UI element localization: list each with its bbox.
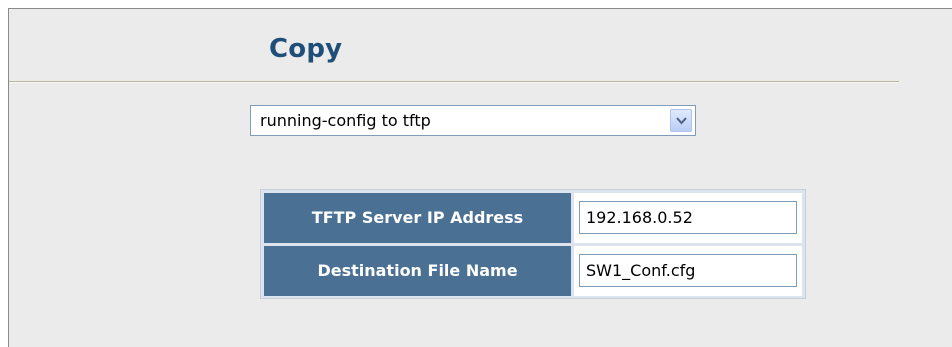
destination-file-name-label: Destination File Name (264, 246, 571, 296)
table-row: TFTP Server IP Address (264, 193, 802, 243)
title-divider (9, 81, 899, 83)
dropdown-button[interactable] (670, 109, 692, 132)
tftp-server-ip-label: TFTP Server IP Address (264, 193, 571, 243)
table-row: Destination File Name (264, 246, 802, 296)
tftp-settings-table: TFTP Server IP Address Destination File … (260, 189, 806, 299)
page-title: Copy (269, 34, 343, 64)
tftp-server-ip-input[interactable] (579, 201, 797, 234)
content-panel: Copy running-config to tftp TFTP Server … (8, 8, 952, 347)
chevron-down-icon (676, 117, 687, 125)
input-cell (574, 193, 802, 243)
input-cell (574, 246, 802, 296)
copy-type-selected-value: running-config to tftp (260, 111, 431, 130)
copy-type-select[interactable]: running-config to tftp (250, 105, 696, 136)
destination-file-name-input[interactable] (579, 254, 797, 287)
